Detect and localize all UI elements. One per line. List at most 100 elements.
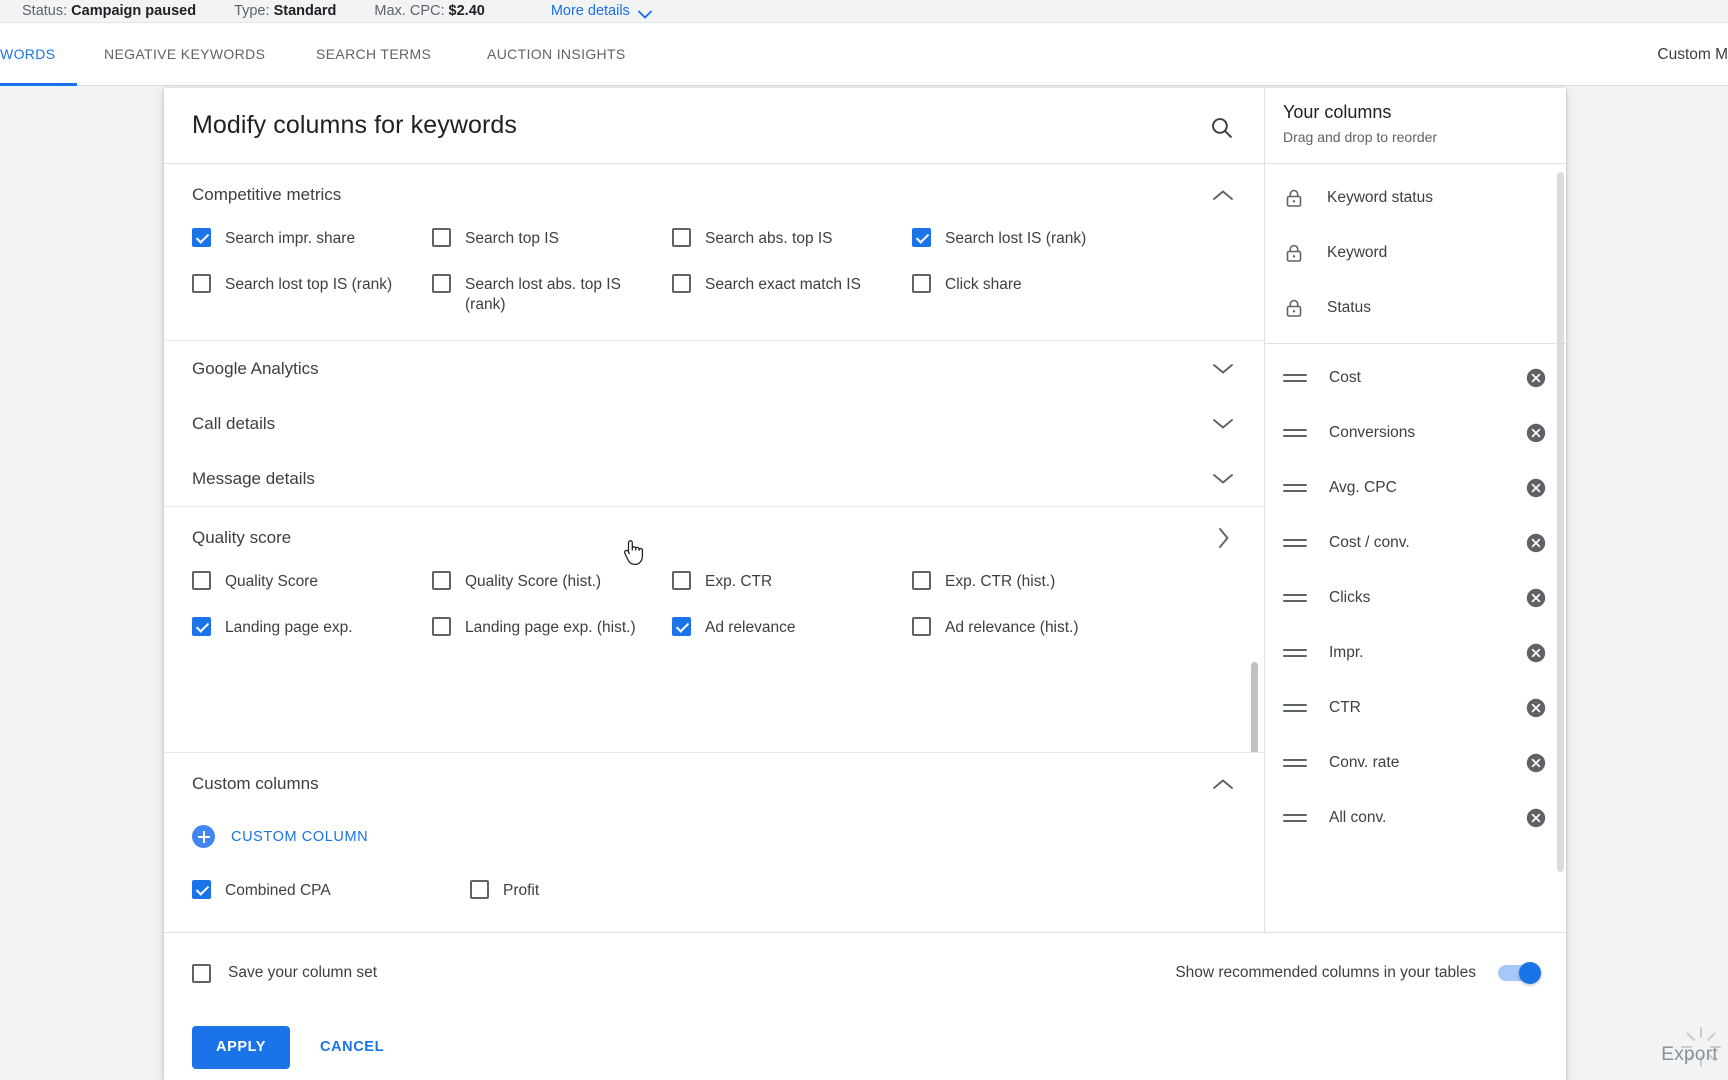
- column-label: CTR: [1329, 698, 1361, 716]
- checkbox-box[interactable]: [432, 274, 451, 293]
- checkbox-box[interactable]: [432, 228, 451, 247]
- remove-circle-icon[interactable]: [1524, 586, 1548, 610]
- checkbox-save-column-set[interactable]: Save your column set: [192, 963, 377, 983]
- checkbox-box[interactable]: [912, 228, 931, 247]
- locked-column-status: Status: [1265, 280, 1566, 335]
- remove-circle-icon[interactable]: [1524, 806, 1548, 830]
- column-row-conversions[interactable]: Conversions: [1265, 405, 1566, 460]
- your-columns-scrollbar-thumb[interactable]: [1557, 172, 1564, 872]
- drag-handle-icon[interactable]: [1283, 481, 1307, 495]
- checkbox-box[interactable]: [912, 617, 931, 636]
- column-row-cost[interactable]: Cost: [1265, 350, 1566, 405]
- tab-keywords[interactable]: WORDS: [0, 23, 77, 86]
- chevron-up-icon[interactable]: [1210, 182, 1236, 208]
- recommended-columns-toggle-group[interactable]: Show recommended columns in your tables: [1175, 962, 1541, 984]
- column-row-conv-rate[interactable]: Conv. rate: [1265, 735, 1566, 790]
- remove-circle-icon[interactable]: [1524, 366, 1548, 390]
- column-row-ctr[interactable]: CTR: [1265, 680, 1566, 735]
- drag-handle-icon[interactable]: [1283, 646, 1307, 660]
- footer-options-row: Save your column set Show recommended co…: [164, 933, 1566, 1013]
- checkbox-search-top-is[interactable]: Search top IS: [432, 226, 672, 272]
- drag-handle-icon[interactable]: [1283, 701, 1307, 715]
- checkbox-box[interactable]: [672, 571, 691, 590]
- chevron-down-icon[interactable]: [1210, 411, 1236, 437]
- more-details-link[interactable]: More details: [551, 3, 652, 19]
- checkbox-box[interactable]: [192, 571, 211, 590]
- drag-handle-icon[interactable]: [1283, 591, 1307, 605]
- checkbox-search-lost-is-rank[interactable]: Search lost IS (rank): [912, 226, 1152, 272]
- checkbox-quality-score-hist[interactable]: Quality Score (hist.): [432, 569, 672, 615]
- drag-handle-icon[interactable]: [1283, 811, 1307, 825]
- checkbox-box[interactable]: [912, 571, 931, 590]
- checkbox-box[interactable]: [672, 228, 691, 247]
- checkbox-landing-page-exp[interactable]: Landing page exp.: [192, 615, 432, 661]
- remove-circle-icon[interactable]: [1524, 476, 1548, 500]
- checkbox-box[interactable]: [672, 617, 691, 636]
- your-columns-scrollbar[interactable]: [1557, 172, 1564, 872]
- chevron-down-icon[interactable]: [1210, 356, 1236, 382]
- checkbox-box[interactable]: [912, 274, 931, 293]
- column-row-impr[interactable]: Impr.: [1265, 625, 1566, 680]
- checkbox-box[interactable]: [192, 274, 211, 293]
- tab-negative-keywords[interactable]: NEGATIVE KEYWORDS: [104, 23, 265, 86]
- checkbox-click-share[interactable]: Click share: [912, 272, 1152, 318]
- checkbox-search-lost-top-is-rank[interactable]: Search lost top IS (rank): [192, 272, 432, 318]
- plus-circle-icon: [192, 825, 215, 848]
- checkbox-ad-relevance-hist[interactable]: Ad relevance (hist.): [912, 615, 1152, 661]
- remove-circle-icon[interactable]: [1524, 696, 1548, 720]
- remove-circle-icon[interactable]: [1524, 421, 1548, 445]
- status-field: Status: Campaign paused: [22, 3, 196, 19]
- checkbox-box[interactable]: [192, 880, 211, 899]
- recommended-columns-toggle[interactable]: [1498, 962, 1541, 984]
- chevron-down-icon[interactable]: [1210, 466, 1236, 492]
- drag-handle-icon[interactable]: [1283, 756, 1307, 770]
- checkbox-landing-page-exp-hist[interactable]: Landing page exp. (hist.): [432, 615, 672, 661]
- column-row-all-conv[interactable]: All conv.: [1265, 790, 1566, 845]
- checkbox-box[interactable]: [192, 617, 211, 636]
- column-label: Cost / conv.: [1329, 533, 1410, 551]
- drag-handle-icon[interactable]: [1283, 536, 1307, 550]
- drag-handle-icon[interactable]: [1283, 426, 1307, 440]
- column-row-clicks[interactable]: Clicks: [1265, 570, 1566, 625]
- checkbox-combined-cpa[interactable]: Combined CPA: [192, 878, 432, 924]
- tab-search-terms[interactable]: SEARCH TERMS: [316, 23, 431, 86]
- tab-auction-insights[interactable]: AUCTION INSIGHTS: [487, 23, 626, 86]
- column-row-cost-per-conv[interactable]: Cost / conv.: [1265, 515, 1566, 570]
- section-google-analytics-header[interactable]: Google Analytics: [192, 341, 1236, 396]
- date-range-selector[interactable]: Custom M: [1657, 23, 1728, 86]
- checkbox-exp-ctr[interactable]: Exp. CTR: [672, 569, 912, 615]
- checkbox-box[interactable]: [470, 880, 489, 899]
- cancel-button[interactable]: CANCEL: [298, 1026, 406, 1069]
- checkbox-search-abs-top-is[interactable]: Search abs. top IS: [672, 226, 912, 272]
- checkbox-search-exact-match-is[interactable]: Search exact match IS: [672, 272, 912, 318]
- chevron-up-icon[interactable]: [1210, 771, 1236, 797]
- search-icon[interactable]: [1204, 110, 1238, 144]
- apply-button[interactable]: APPLY: [192, 1025, 291, 1069]
- remove-circle-icon[interactable]: [1524, 531, 1548, 555]
- checkbox-box[interactable]: [192, 228, 211, 247]
- checkbox-exp-ctr-hist[interactable]: Exp. CTR (hist.): [912, 569, 1152, 615]
- section-message-details-header[interactable]: Message details: [192, 451, 1236, 506]
- checkbox-box[interactable]: [672, 274, 691, 293]
- tab-auction-insights-label: AUCTION INSIGHTS: [487, 46, 626, 62]
- checkbox-box[interactable]: [432, 571, 451, 590]
- remove-circle-icon[interactable]: [1524, 641, 1548, 665]
- section-competitive-metrics-header[interactable]: Competitive metrics: [192, 164, 1236, 226]
- remove-circle-icon[interactable]: [1524, 751, 1548, 775]
- checkbox-profit[interactable]: Profit: [470, 878, 672, 924]
- checkbox-box[interactable]: [432, 617, 451, 636]
- checkbox-quality-score[interactable]: Quality Score: [192, 569, 432, 615]
- drag-handle-icon[interactable]: [1283, 371, 1307, 385]
- add-custom-column-button[interactable]: CUSTOM COLUMN: [192, 815, 1236, 848]
- your-columns-header: Your columns Drag and drop to reorder: [1265, 88, 1566, 164]
- section-call-details-header[interactable]: Call details: [192, 396, 1236, 451]
- checkbox-box[interactable]: [192, 963, 211, 983]
- checkbox-search-impr-share[interactable]: Search impr. share: [192, 226, 432, 272]
- checkbox-ad-relevance[interactable]: Ad relevance: [672, 615, 912, 661]
- reorderable-columns-list[interactable]: Cost Conversions Avg. CPC Cost / conv. C…: [1265, 344, 1566, 954]
- chevron-right-icon[interactable]: [1210, 525, 1236, 551]
- section-quality-score-header[interactable]: Quality score: [192, 507, 1236, 569]
- column-row-avg-cpc[interactable]: Avg. CPC: [1265, 460, 1566, 515]
- section-custom-columns-header[interactable]: Custom columns: [192, 753, 1236, 815]
- checkbox-search-lost-abs-top-is-rank[interactable]: Search lost abs. top IS (rank): [432, 272, 672, 318]
